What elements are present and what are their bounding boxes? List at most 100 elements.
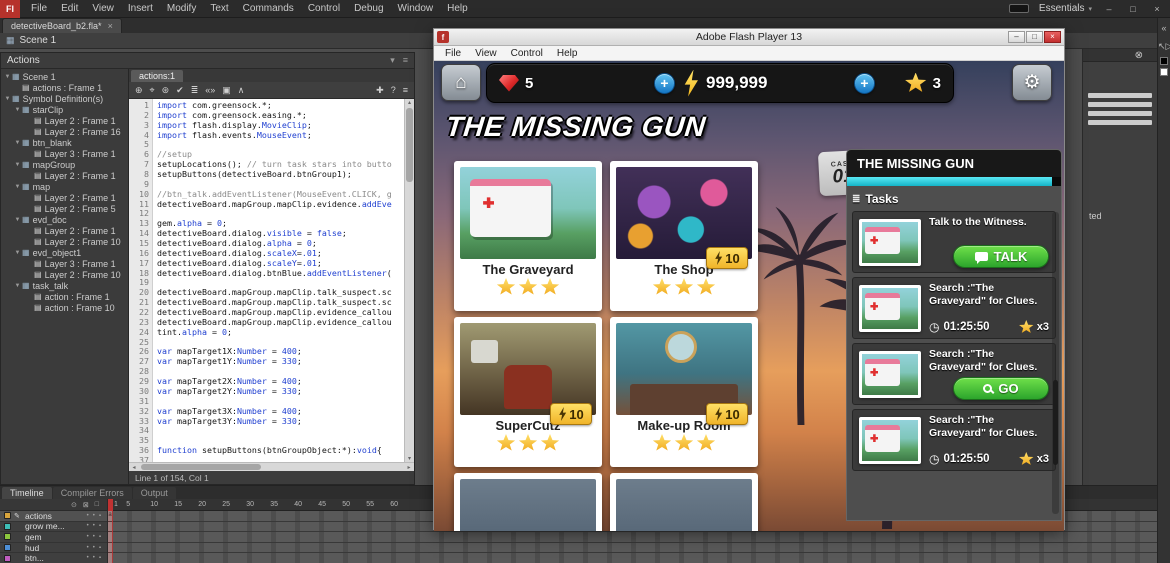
tree-item[interactable]: ▤Layer 2 : Frame 1 <box>1 170 128 181</box>
tree-item[interactable]: ▼▦starClip <box>1 104 128 115</box>
tree-item[interactable]: ▤Layer 2 : Frame 5 <box>1 203 128 214</box>
menu-commands[interactable]: Commands <box>236 0 301 18</box>
tree-item[interactable]: ▼▦btn_blank <box>1 137 128 148</box>
tree-item[interactable]: ▤action : Frame 10 <box>1 302 128 313</box>
home-button[interactable]: ⌂ <box>441 64 481 101</box>
hscroll-thumb[interactable] <box>141 464 261 470</box>
player-menu-control[interactable]: Control <box>504 48 550 59</box>
task-item[interactable]: Talk to the Witness.TALK <box>852 211 1056 273</box>
tree-item[interactable]: ▼▦mapGroup <box>1 159 128 170</box>
selection-tool-icon[interactable]: ↖ <box>1158 41 1166 51</box>
expander-icon[interactable]: ▼ <box>13 283 22 289</box>
add-script-icon[interactable]: ⊕ <box>135 82 143 99</box>
playhead[interactable] <box>108 499 113 511</box>
tree-item[interactable]: ▼▦map <box>1 181 128 192</box>
menu-text[interactable]: Text <box>203 0 235 18</box>
tree-item[interactable]: ▤Layer 3 : Frame 1 <box>1 148 128 159</box>
script-tab[interactable]: actions:1 <box>131 70 183 82</box>
app-logo-icon[interactable]: Fl <box>0 0 20 18</box>
tree-item[interactable]: ▤Layer 2 : Frame 1 <box>1 225 128 236</box>
script-assist-icon[interactable]: ✚ <box>376 82 384 99</box>
lock-all-icon[interactable]: ⊠ <box>83 501 89 509</box>
panel-close-icon[interactable]: ⊗ <box>1135 49 1143 62</box>
scene-card[interactable]: The Graveyard <box>454 161 602 311</box>
menu-view[interactable]: View <box>85 0 121 18</box>
add-energy-button[interactable]: + <box>854 73 875 94</box>
layer-row[interactable]: btn...••▪ <box>0 553 107 563</box>
menu-insert[interactable]: Insert <box>121 0 160 18</box>
outline-all-icon[interactable]: □ <box>95 501 99 508</box>
insert-target-path-icon[interactable]: ⊛ <box>162 82 170 99</box>
restore-button[interactable]: □ <box>1126 4 1140 14</box>
tree-item[interactable]: ▤Layer 2 : Frame 1 <box>1 192 128 203</box>
tab-timeline[interactable]: Timeline <box>2 487 52 499</box>
expander-icon[interactable]: ▼ <box>13 140 22 146</box>
task-item[interactable]: Search :"The Graveyard" for Clues.◷01:25… <box>852 409 1056 471</box>
scene-card[interactable] <box>454 473 602 531</box>
close-button[interactable]: × <box>1150 4 1164 14</box>
collapsed-panel-rows[interactable] <box>1088 93 1152 129</box>
fill-color-chip[interactable] <box>1160 68 1168 76</box>
expander-icon[interactable]: ▼ <box>13 184 22 190</box>
code-hscrollbar[interactable]: ◂ ▸ <box>129 462 414 471</box>
scene-card[interactable] <box>610 473 758 531</box>
scene-card[interactable]: 10SuperCutz <box>454 317 602 467</box>
menu-modify[interactable]: Modify <box>160 0 203 18</box>
player-minimize-button[interactable]: – <box>1008 31 1025 43</box>
actions-panel-titlebar[interactable]: Actions ▾ ≡ <box>1 53 414 69</box>
layer-row[interactable]: grow me...••▪ <box>0 522 107 533</box>
player-close-button[interactable]: × <box>1044 31 1061 43</box>
tasks-scrollbar[interactable] <box>1052 212 1059 514</box>
subselection-tool-icon[interactable]: ▷ <box>1166 41 1170 51</box>
task-item[interactable]: Search :"The Graveyard" for Clues.◷01:25… <box>852 277 1056 339</box>
player-menu-view[interactable]: View <box>468 48 504 59</box>
playhead-line[interactable] <box>108 511 113 563</box>
tree-item[interactable]: ▤Layer 2 : Frame 1 <box>1 115 128 126</box>
panel-menu-icon[interactable]: ≡ <box>403 55 408 66</box>
sync-status-icon[interactable] <box>1009 4 1029 13</box>
player-titlebar[interactable]: f Adobe Flash Player 13 – □ × <box>434 29 1064 46</box>
tree-item[interactable]: ▤actions : Frame 1 <box>1 82 128 93</box>
layer-frames[interactable] <box>108 543 1157 554</box>
check-syntax-icon[interactable]: ✔ <box>176 82 184 99</box>
scroll-up-icon[interactable]: ▴ <box>405 99 415 106</box>
panel-menu-icon[interactable]: ≡ <box>403 82 408 99</box>
scroll-down-icon[interactable]: ▾ <box>405 455 415 462</box>
tab-close-icon[interactable]: × <box>108 21 113 31</box>
debug-options-icon[interactable]: ▣ <box>222 82 231 99</box>
code-lines[interactable]: import com.greensock.*;import com.greens… <box>153 99 404 462</box>
show-hide-all-icon[interactable]: ⊙ <box>71 501 77 509</box>
tab-compiler-errors[interactable]: Compiler Errors <box>53 487 132 499</box>
layer-frames[interactable] <box>108 553 1157 563</box>
layer-frames[interactable] <box>108 532 1157 543</box>
find-replace-icon[interactable]: ⌖ <box>150 82 155 99</box>
show-code-hint-icon[interactable]: «» <box>205 82 215 99</box>
collapse-dock-icon[interactable]: « <box>1158 20 1170 36</box>
expander-icon[interactable]: ▼ <box>13 217 22 223</box>
workspace-switcher[interactable]: Essentials ▾ <box>1039 3 1092 14</box>
settings-button[interactable]: ⚙ <box>1012 64 1052 101</box>
tree-item[interactable]: ▼▦evd_doc <box>1 214 128 225</box>
minimize-button[interactable]: – <box>1102 4 1116 14</box>
expander-icon[interactable]: ▼ <box>13 107 22 113</box>
menu-help[interactable]: Help <box>440 0 475 18</box>
scroll-right-icon[interactable]: ▸ <box>404 464 414 471</box>
tree-item[interactable]: ▼▦task_talk <box>1 280 128 291</box>
menu-window[interactable]: Window <box>391 0 441 18</box>
panel-collapse-icon[interactable]: ▾ <box>390 55 395 66</box>
code-vscrollbar[interactable]: ▴ ▾ <box>404 99 414 462</box>
layer-row[interactable]: hud••▪ <box>0 543 107 554</box>
player-menu-help[interactable]: Help <box>550 48 585 59</box>
tab-output[interactable]: Output <box>133 487 176 499</box>
auto-format-icon[interactable]: ≣ <box>191 82 199 99</box>
player-maximize-button[interactable]: □ <box>1026 31 1043 43</box>
task-talk-button[interactable]: TALK <box>953 245 1049 268</box>
tree-item[interactable]: ▼▦Symbol Definition(s) <box>1 93 128 104</box>
menu-file[interactable]: File <box>24 0 54 18</box>
expander-icon[interactable]: ▼ <box>13 250 22 256</box>
stroke-color-chip[interactable] <box>1160 57 1168 65</box>
scene-card[interactable]: 10The Shop <box>610 161 758 311</box>
code-area[interactable]: 1234567891011121314151617181920212223242… <box>129 99 414 462</box>
tree-item[interactable]: ▤Layer 2 : Frame 10 <box>1 236 128 247</box>
document-tab[interactable]: detectiveBoard_b2.fla* × <box>2 18 122 33</box>
